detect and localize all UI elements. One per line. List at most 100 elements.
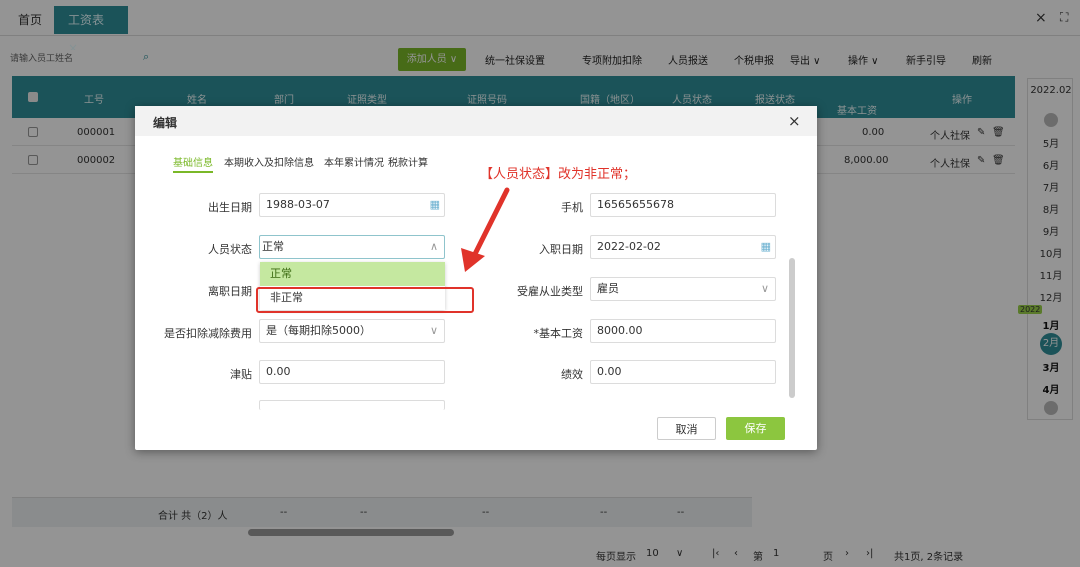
base-salary-field[interactable]: 8000.00 — [590, 319, 776, 343]
month-item[interactable]: 5月 — [1028, 135, 1074, 150]
col-salary: 基本工资 — [837, 106, 877, 117]
employment-type-label: 受雇从业类型 — [517, 285, 583, 298]
horizontal-scrollbar[interactable] — [248, 529, 454, 536]
tab-tax-calc[interactable]: 税款计算 — [388, 154, 428, 169]
row-checkbox[interactable] — [28, 155, 38, 165]
chevron-up-icon: ∧ — [429, 240, 438, 253]
chevron-down-icon[interactable] — [1044, 401, 1058, 415]
row-checkbox[interactable] — [28, 127, 38, 137]
select-all-checkbox[interactable] — [28, 92, 38, 102]
month-item[interactable]: 7月 — [1028, 179, 1074, 194]
search-input[interactable] — [10, 50, 140, 66]
delete-icon[interactable]: 🗑 — [992, 155, 1005, 166]
export-menu[interactable]: 导出 ∨ — [790, 52, 821, 67]
save-button[interactable]: 保存 — [726, 417, 785, 440]
total-cell: -- — [280, 507, 288, 518]
chevron-down-icon: ∨ — [429, 324, 438, 337]
prev-page-icon[interactable]: ‹ — [734, 548, 738, 559]
col-id-type: 证照类型 — [347, 95, 387, 106]
calendar-icon[interactable]: ▦ — [430, 194, 440, 216]
pagination: 每页显示 10 ∨ |‹ ‹ 第 1 页 › ›| 共1页, 2条记录 — [596, 548, 1016, 564]
special-deduction[interactable]: 专项附加扣除 — [582, 52, 642, 67]
status-select[interactable]: 正常 ∧ — [259, 235, 445, 259]
page-prefix: 第 — [753, 552, 763, 563]
tab-bar: 首页 工资表 × × ⛶ — [0, 0, 1080, 55]
total-cell: -- — [677, 507, 685, 518]
social-security-link[interactable]: 个人社保 — [930, 127, 970, 142]
page-summary: 共1页, 2条记录 — [894, 552, 964, 563]
page-suffix: 页 — [823, 552, 833, 563]
page-input[interactable]: 1 — [773, 548, 779, 559]
col-name[interactable]: 姓名 — [187, 91, 207, 106]
last-page-icon[interactable]: ›| — [866, 548, 873, 559]
dialog-scrollbar[interactable] — [789, 258, 795, 398]
next-page-icon[interactable]: › — [845, 548, 849, 559]
deduct-fee-select[interactable]: 是（每期扣除5000） ∨ — [259, 319, 445, 343]
chevron-down-icon[interactable]: ∨ — [676, 548, 683, 559]
row-id: 000001 — [77, 127, 116, 138]
current-period: 2022.02 — [1030, 85, 1072, 96]
tab-home[interactable]: 首页 — [4, 6, 56, 34]
option-normal[interactable]: 正常 — [260, 262, 445, 286]
birth-date-field[interactable]: 1988-03-07 ▦ — [259, 193, 445, 217]
operation-menu[interactable]: 操作 ∨ — [848, 52, 879, 67]
tab-basic-info[interactable]: 基础信息 — [173, 154, 213, 173]
tab-annual-cumulative[interactable]: 本年累计情况 — [324, 154, 384, 169]
month-item[interactable]: 11月 — [1028, 267, 1074, 282]
social-security-settings[interactable]: 统一社保设置 — [485, 52, 545, 67]
hire-date-field[interactable]: 2022-02-02 ▦ — [590, 235, 776, 259]
guide-link[interactable]: 新手引导 — [906, 52, 946, 67]
month-item[interactable]: 9月 — [1028, 223, 1074, 238]
allowance-field[interactable]: 0.00 — [259, 360, 445, 384]
employment-type-select[interactable]: 雇员 ∨ — [590, 277, 776, 301]
tax-declare[interactable]: 个税申报 — [734, 52, 774, 67]
month-item-selected[interactable]: 2月 — [1040, 333, 1062, 355]
status-value: 正常 — [262, 240, 284, 253]
month-item[interactable]: 12月 — [1028, 289, 1074, 304]
staff-report[interactable]: 人员报送 — [668, 52, 708, 67]
total-cell: -- — [600, 507, 608, 518]
edit-icon[interactable]: ✎ — [977, 127, 985, 138]
edit-icon[interactable]: ✎ — [977, 155, 985, 166]
search-icon[interactable]: ⌕ — [143, 50, 149, 64]
first-page-icon[interactable]: |‹ — [712, 548, 719, 559]
col-id: 工号 — [84, 95, 104, 106]
total-label: 合计 共（2）人 — [158, 511, 228, 522]
calendar-icon[interactable]: ▦ — [761, 236, 771, 258]
close-icon[interactable]: × — [788, 112, 801, 130]
performance-field[interactable]: 0.00 — [590, 360, 776, 384]
delete-icon[interactable]: 🗑 — [992, 127, 1005, 138]
col-status[interactable]: 人员状态 — [672, 91, 712, 106]
col-nationality: 国籍（地区） — [580, 95, 640, 106]
month-item[interactable]: 8月 — [1028, 201, 1074, 216]
total-cell: -- — [360, 507, 368, 518]
row-salary: 0.00 — [862, 127, 885, 138]
month-item[interactable]: 1月 — [1028, 317, 1074, 332]
arrow-annotation — [461, 187, 510, 272]
status-label: 人员状态 — [208, 243, 252, 256]
tab-income-deductions[interactable]: 本期收入及扣除信息 — [224, 154, 314, 169]
chevron-up-icon[interactable] — [1044, 113, 1058, 127]
refresh-button[interactable]: 刷新 — [972, 52, 992, 67]
annotation-text: 【人员状态】改为非正常； — [480, 167, 637, 182]
fullscreen-icon[interactable]: ⛶ — [1060, 10, 1068, 25]
deduct-fee-value: 是（每期扣除5000） — [266, 324, 371, 337]
social-security-link[interactable]: 个人社保 — [930, 155, 970, 170]
month-picker: 2022.02 5月 6月 7月 8月 9月 10月 11月 12月 2022 … — [1018, 78, 1074, 420]
per-page-select[interactable]: 10 — [646, 548, 659, 559]
phone-field[interactable]: 16565655678 — [590, 193, 776, 217]
partial-field[interactable] — [259, 400, 445, 410]
cancel-button[interactable]: 取消 — [657, 417, 716, 440]
month-item[interactable]: 10月 — [1028, 245, 1074, 260]
month-item[interactable]: 6月 — [1028, 157, 1074, 172]
month-item[interactable]: 4月 — [1028, 381, 1074, 396]
col-action: 操作 — [952, 95, 972, 106]
col-report-status[interactable]: 报送状态 — [755, 91, 795, 106]
employment-type-value: 雇员 — [597, 282, 619, 295]
month-item[interactable]: 3月 — [1028, 359, 1074, 374]
close-icon[interactable]: × — [1035, 10, 1047, 26]
add-staff-button[interactable]: 添加人员 ∨ — [398, 48, 466, 71]
row-id: 000002 — [77, 155, 116, 166]
total-row: 合计 共（2）人 -- -- -- -- -- — [12, 497, 752, 527]
tab-payroll[interactable]: 工资表 × — [54, 6, 128, 55]
